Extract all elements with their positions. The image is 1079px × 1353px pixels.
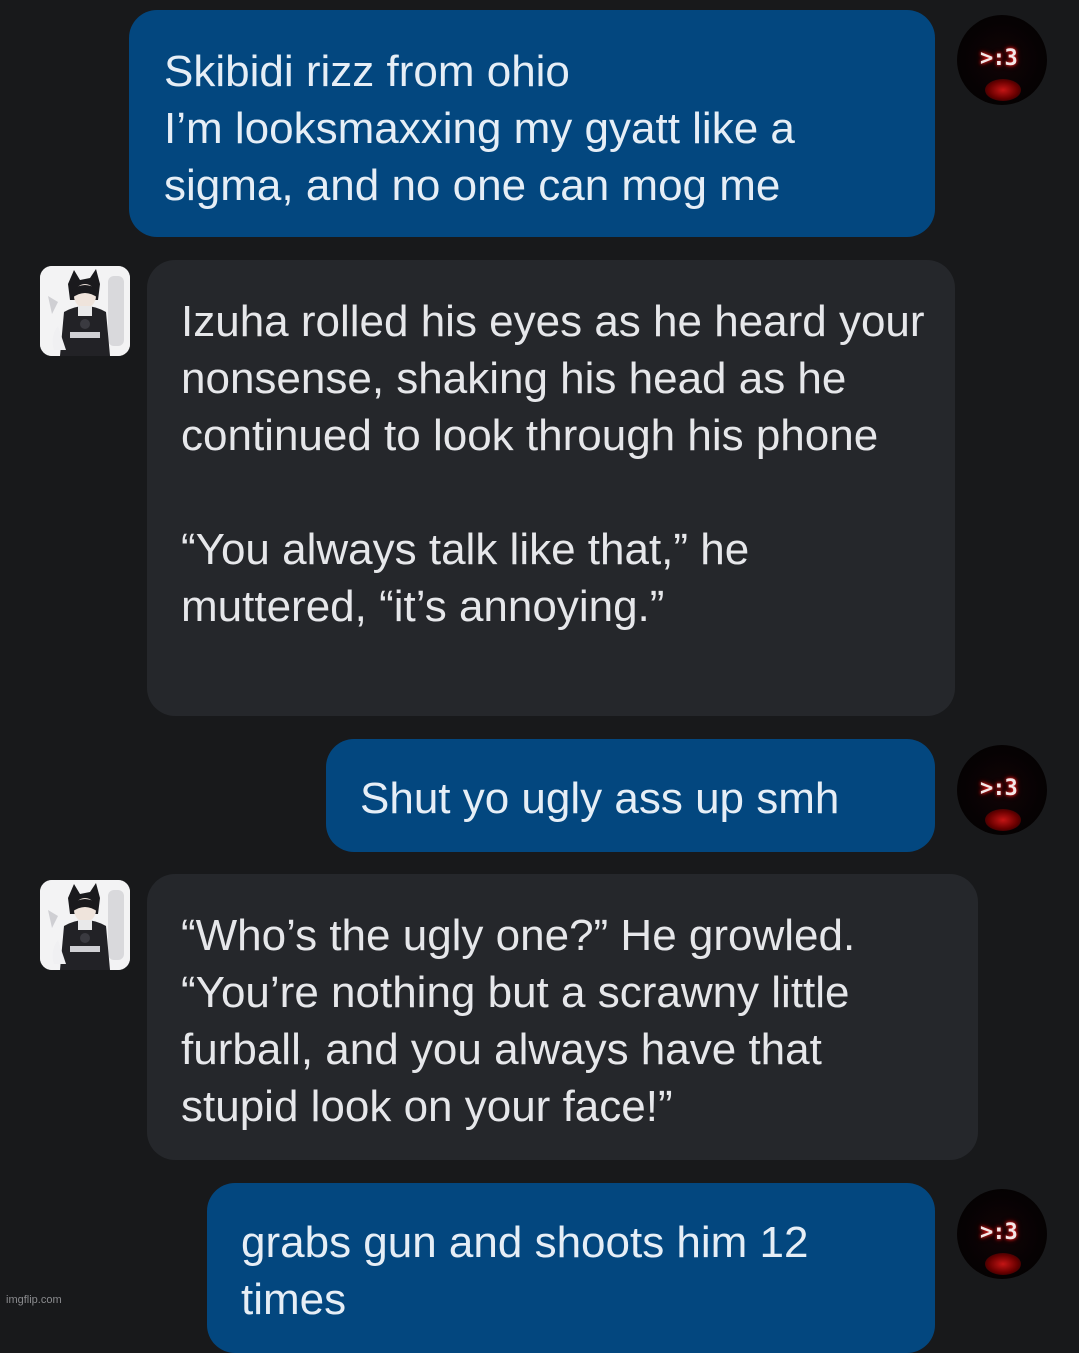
character-portrait-icon [40, 266, 130, 356]
user-avatar-icon[interactable]: >:3 [957, 15, 1047, 105]
user-avatar-icon[interactable]: >:3 [957, 745, 1047, 835]
user-message-bubble: grabs gun and shoots him 12 times [207, 1183, 935, 1353]
avatar-glow [985, 79, 1021, 101]
character-avatar-icon[interactable] [40, 880, 130, 970]
user-message-bubble: Skibidi rizz from ohio I’m looksmaxxing … [129, 10, 935, 237]
character-avatar-icon[interactable] [40, 266, 130, 356]
user-message-bubble: Shut yo ugly ass up smh [326, 739, 935, 852]
character-message-bubble: “Who’s the ugly one?” He growled. “You’r… [147, 874, 978, 1160]
user-avatar-icon[interactable]: >:3 [957, 1189, 1047, 1279]
user-avatar-face: >:3 [980, 46, 1018, 71]
user-avatar-face: >:3 [980, 776, 1018, 801]
watermark: imgflip.com [6, 1294, 62, 1306]
character-portrait-icon [40, 880, 130, 970]
user-avatar-face: >:3 [980, 1220, 1018, 1245]
avatar-glow [985, 1253, 1021, 1275]
avatar-glow [985, 809, 1021, 831]
character-message-bubble: Izuha rolled his eyes as he heard your n… [147, 260, 955, 716]
